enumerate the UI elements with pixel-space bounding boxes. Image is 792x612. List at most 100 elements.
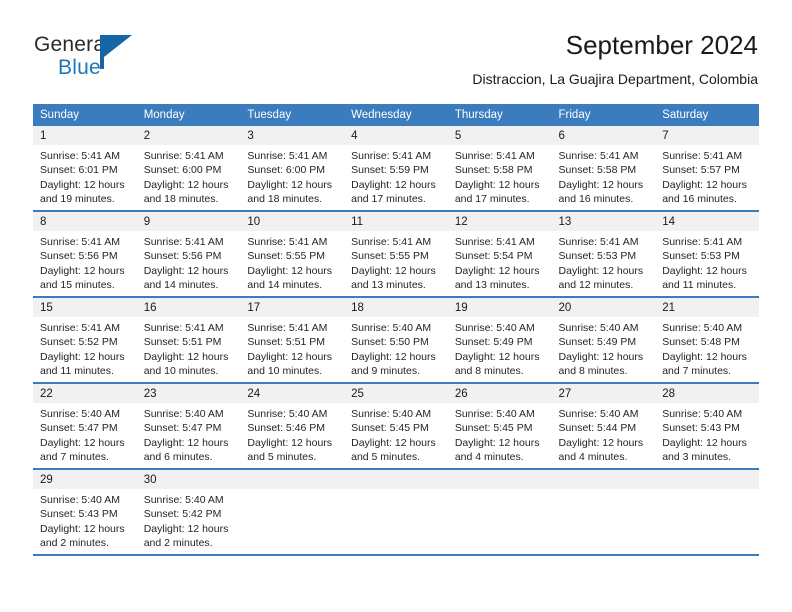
calendar-day-cell[interactable]: 21 Sunrise: 5:40 AM Sunset: 5:48 PM Dayligh… [655, 298, 759, 384]
calendar-day-cell[interactable]: 5 Sunrise: 5:41 AM Sunset: 5:58 PM Daylight… [447, 126, 552, 212]
daylight-text-line2: and 17 minutes. [454, 193, 530, 206]
calendar-day-cell[interactable]: 7 Sunrise: 5:41 AM Sunset: 5:57 PM Daylight… [655, 126, 759, 212]
daylight-text-line1: Daylight: 12 hours [351, 178, 436, 191]
calendar-day-cell[interactable]: 6 Sunrise: 5:41 AM Sunset: 5:58 PM Daylight… [551, 126, 656, 212]
sunrise-text: Sunrise: 5:41 AM [351, 150, 432, 162]
sunset-text: Sunset: 5:52 PM [40, 336, 118, 349]
calendar-empty-cell [240, 470, 345, 556]
sunset-text: Sunset: 5:47 PM [40, 422, 118, 435]
sunrise-text: Sunrise: 5:41 AM [143, 322, 224, 334]
sunset-text: Sunset: 5:45 PM [454, 422, 533, 435]
weekday-header-wednesday: Wednesday [344, 104, 448, 126]
calendar-day-cell[interactable]: 3 Sunrise: 5:41 AM Sunset: 6:00 PM Daylight… [240, 126, 345, 212]
daylight-text-line1: Daylight: 12 hours [40, 178, 125, 191]
sunrise-text: Sunrise: 5:40 AM [662, 322, 743, 334]
day-number: 11 [344, 212, 448, 231]
sunrise-text: Sunrise: 5:40 AM [351, 322, 432, 334]
calendar-day-cell[interactable]: 8 Sunrise: 5:41 AM Sunset: 5:56 PM Daylight… [33, 212, 137, 298]
calendar-day-cell[interactable]: 4 Sunrise: 5:41 AM Sunset: 5:59 PM Daylight… [344, 126, 448, 212]
daylight-text-line2: and 9 minutes. [351, 365, 420, 378]
calendar-day-cell[interactable]: 9 Sunrise: 5:41 AM Sunset: 5:56 PM Daylight… [136, 212, 241, 298]
calendar-header-row: Sunday Monday Tuesday Wednesday Thursday… [33, 104, 759, 126]
calendar-day-cell[interactable]: 18 Sunrise: 5:40 AM Sunset: 5:50 PM Dayligh… [344, 298, 448, 384]
calendar-week-row: 29 Sunrise: 5:40 AM Sunset: 5:43 PM Dayligh… [33, 470, 759, 556]
calendar-day-cell[interactable]: 16 Sunrise: 5:41 AM Sunset: 5:51 PM Dayligh… [136, 298, 241, 384]
sunset-text: Sunset: 5:58 PM [454, 164, 533, 177]
calendar-day-cell[interactable]: 27 Sunrise: 5:40 AM Sunset: 5:44 PM Dayligh… [551, 384, 656, 470]
day-details: Sunrise: 5:41 AM Sunset: 5:55 PM Daylight:… [240, 231, 344, 293]
calendar-day-cell[interactable]: 17 Sunrise: 5:41 AM Sunset: 5:51 PM Dayligh… [240, 298, 345, 384]
calendar-day-cell[interactable]: 24 Sunrise: 5:40 AM Sunset: 5:46 PM Dayligh… [240, 384, 345, 470]
day-number: 12 [447, 212, 552, 231]
calendar-day-cell[interactable]: 28 Sunrise: 5:40 AM Sunset: 5:43 PM Dayligh… [655, 384, 759, 470]
daylight-text-line2: and 19 minutes. [40, 193, 115, 206]
daylight-text-line1: Daylight: 12 hours [351, 350, 436, 363]
calendar-day-cell[interactable]: 23 Sunrise: 5:40 AM Sunset: 5:47 PM Dayligh… [136, 384, 241, 470]
sunset-text: Sunset: 5:43 PM [40, 508, 118, 521]
weekday-header-tuesday: Tuesday [240, 104, 345, 126]
calendar-day-cell[interactable]: 26 Sunrise: 5:40 AM Sunset: 5:45 PM Dayligh… [447, 384, 552, 470]
calendar-day-cell[interactable]: 13 Sunrise: 5:41 AM Sunset: 5:53 PM Dayligh… [551, 212, 656, 298]
calendar-empty-cell [447, 470, 552, 556]
sunrise-text: Sunrise: 5:41 AM [558, 150, 639, 162]
daylight-text-line2: and 11 minutes. [662, 279, 737, 292]
daylight-text-line2: and 17 minutes. [351, 193, 426, 206]
daylight-text-line2: and 14 minutes. [143, 279, 219, 292]
daylight-text-line2: and 7 minutes. [662, 365, 732, 378]
sunrise-text: Sunrise: 5:40 AM [454, 408, 535, 420]
calendar-day-cell[interactable]: 19 Sunrise: 5:40 AM Sunset: 5:49 PM Dayligh… [447, 298, 552, 384]
sunset-text: Sunset: 5:53 PM [558, 250, 637, 263]
calendar-day-cell[interactable]: 2 Sunrise: 5:41 AM Sunset: 6:00 PM Daylight… [136, 126, 241, 212]
sunrise-text: Sunrise: 5:40 AM [247, 408, 328, 420]
calendar-day-cell[interactable]: 22 Sunrise: 5:40 AM Sunset: 5:47 PM Dayligh… [33, 384, 137, 470]
calendar-day-cell[interactable]: 20 Sunrise: 5:40 AM Sunset: 5:49 PM Dayligh… [551, 298, 656, 384]
daylight-text-line1: Daylight: 12 hours [143, 350, 229, 363]
day-number: 29 [33, 470, 137, 489]
weekday-header-monday: Monday [136, 104, 241, 126]
daylight-text-line2: and 4 minutes. [454, 451, 524, 464]
calendar-day-cell[interactable]: 25 Sunrise: 5:40 AM Sunset: 5:45 PM Dayligh… [344, 384, 448, 470]
day-number: 4 [344, 126, 448, 145]
sunset-text: Sunset: 6:00 PM [247, 164, 326, 177]
calendar-day-cell[interactable]: 12 Sunrise: 5:41 AM Sunset: 5:54 PM Dayligh… [447, 212, 552, 298]
day-details: Sunrise: 5:41 AM Sunset: 5:57 PM Daylight:… [655, 145, 759, 207]
sunset-text: Sunset: 5:55 PM [247, 250, 326, 263]
sunset-text: Sunset: 5:43 PM [662, 422, 740, 435]
day-details: Sunrise: 5:41 AM Sunset: 6:01 PM Daylight:… [33, 145, 137, 207]
calendar-day-cell[interactable]: 10 Sunrise: 5:41 AM Sunset: 5:55 PM Dayligh… [240, 212, 345, 298]
calendar-day-cell[interactable]: 11 Sunrise: 5:41 AM Sunset: 5:55 PM Dayligh… [344, 212, 448, 298]
calendar-body: 1 Sunrise: 5:41 AM Sunset: 6:01 PM Daylight… [33, 126, 759, 556]
calendar-page: General Blue September 2024 Distraccion,… [0, 0, 792, 612]
day-details: Sunrise: 5:40 AM Sunset: 5:46 PM Daylight:… [240, 403, 344, 465]
calendar-day-cell[interactable]: 29 Sunrise: 5:40 AM Sunset: 5:43 PM Dayligh… [33, 470, 137, 556]
day-details: Sunrise: 5:41 AM Sunset: 5:59 PM Daylight:… [344, 145, 448, 207]
day-number: 7 [655, 126, 759, 145]
logo-text-blue: Blue [58, 56, 101, 79]
day-details: Sunrise: 5:40 AM Sunset: 5:47 PM Daylight:… [33, 403, 137, 465]
sunset-text: Sunset: 5:49 PM [558, 336, 637, 349]
day-details: Sunrise: 5:41 AM Sunset: 5:54 PM Daylight:… [448, 231, 552, 293]
day-details: Sunrise: 5:40 AM Sunset: 5:42 PM Daylight:… [137, 489, 241, 551]
daylight-text-line1: Daylight: 12 hours [662, 264, 747, 277]
day-details: Sunrise: 5:41 AM Sunset: 5:56 PM Daylight:… [33, 231, 137, 293]
general-blue-logo[interactable]: General Blue [34, 33, 234, 83]
calendar-day-cell[interactable]: 1 Sunrise: 5:41 AM Sunset: 6:01 PM Daylight… [33, 126, 137, 212]
calendar-day-cell[interactable]: 14 Sunrise: 5:41 AM Sunset: 5:53 PM Dayligh… [655, 212, 759, 298]
daylight-text-line1: Daylight: 12 hours [454, 178, 540, 191]
daylight-text-line2: and 7 minutes. [40, 451, 109, 464]
daylight-text-line2: and 10 minutes. [143, 365, 219, 378]
daylight-text-line2: and 18 minutes. [247, 193, 323, 206]
day-details: Sunrise: 5:40 AM Sunset: 5:48 PM Daylight:… [655, 317, 759, 379]
day-details: Sunrise: 5:41 AM Sunset: 5:53 PM Daylight:… [655, 231, 759, 293]
sunrise-text: Sunrise: 5:40 AM [558, 322, 639, 334]
daylight-text-line2: and 10 minutes. [247, 365, 323, 378]
calendar-week-row: 8 Sunrise: 5:41 AM Sunset: 5:56 PM Daylight… [33, 212, 759, 298]
day-number: 25 [344, 384, 448, 403]
calendar-day-cell[interactable]: 15 Sunrise: 5:41 AM Sunset: 5:52 PM Dayligh… [33, 298, 137, 384]
day-number: 18 [344, 298, 448, 317]
logo-mark-triangle [104, 35, 132, 57]
sunrise-text: Sunrise: 5:41 AM [662, 236, 743, 248]
calendar-day-cell[interactable]: 30 Sunrise: 5:40 AM Sunset: 5:42 PM Dayligh… [136, 470, 241, 556]
sunset-text: Sunset: 5:56 PM [143, 250, 222, 263]
weekday-header-saturday: Saturday [655, 104, 759, 126]
